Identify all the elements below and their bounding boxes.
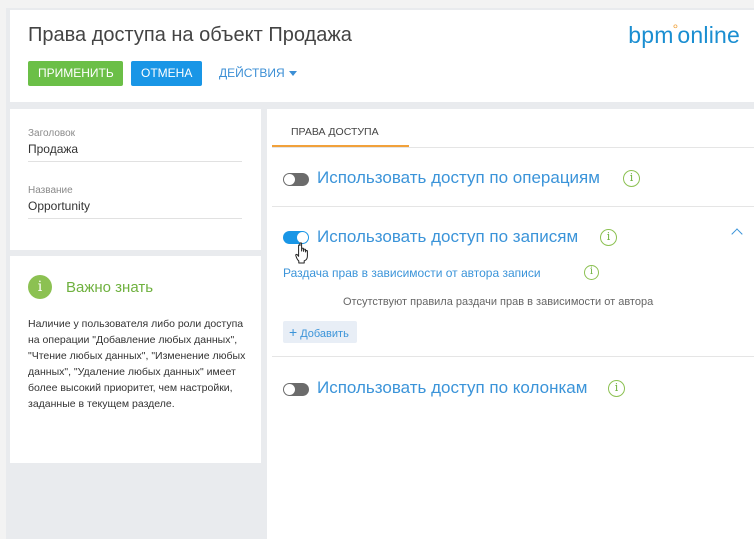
caption-value: Продажа — [28, 142, 79, 156]
operations-access-title: Использовать доступ по операциям — [317, 168, 600, 187]
operations-info-icon[interactable]: i — [623, 170, 640, 187]
actions-label: Действия — [219, 66, 285, 80]
info-title: Важно знать — [66, 279, 154, 296]
tab-divider — [272, 147, 754, 148]
caption-label: Заголовок — [28, 128, 76, 139]
logo-part-rest: online — [677, 22, 740, 48]
actions-button[interactable]: Действия — [211, 61, 305, 86]
object-fields-card: Заголовок Продажа Название Opportunity — [10, 109, 261, 250]
columns-info-icon[interactable]: i — [608, 380, 625, 397]
empty-rules-message: Отсутствуют правила раздачи прав в завис… — [343, 296, 654, 308]
section-divider — [272, 206, 754, 207]
apply-button[interactable]: Применить — [28, 61, 123, 86]
columns-access-title: Использовать доступ по колонкам — [317, 378, 588, 397]
name-label: Название — [28, 185, 73, 196]
hand-pointer-icon — [295, 242, 308, 264]
access-rights-panel: Права доступа Использовать доступ по опе… — [267, 109, 754, 539]
important-info-card: i Важно знать Наличие у пользователя либ… — [10, 256, 261, 463]
operations-access-toggle[interactable] — [283, 173, 309, 186]
name-value: Opportunity — [28, 199, 91, 213]
bpmonline-logo: bpm°online — [628, 21, 740, 49]
columns-access-toggle[interactable] — [283, 383, 309, 396]
tab-access-rights[interactable]: Права доступа — [272, 109, 409, 147]
chevron-down-icon — [288, 71, 297, 77]
info-text: Наличие у пользователя либо роли доступа… — [28, 318, 246, 410]
toggle-knob — [284, 384, 295, 395]
logo-dot-icon: ° — [672, 21, 679, 37]
add-rule-label: Добавить — [300, 328, 349, 340]
records-info-icon[interactable]: i — [600, 229, 617, 246]
cancel-button[interactable]: Отмена — [131, 61, 202, 86]
chevron-up-icon[interactable] — [731, 228, 743, 240]
logo-part-main: bpm — [628, 22, 674, 48]
name-field[interactable]: Название Opportunity — [28, 185, 242, 219]
add-rule-button[interactable]: + Добавить — [283, 321, 357, 343]
author-rights-title[interactable]: Раздача прав в зависимости от автора зап… — [283, 266, 541, 280]
info-icon: i — [28, 275, 52, 299]
page-title: Права доступа на объект Продажа — [28, 24, 352, 46]
page-header: Права доступа на объект Продажа bpm°onli… — [10, 10, 754, 102]
caption-field[interactable]: Заголовок Продажа — [28, 128, 242, 162]
author-rights-info-icon[interactable]: i — [584, 265, 599, 280]
section-divider — [272, 356, 754, 357]
toggle-knob — [284, 174, 295, 185]
plus-icon: + — [289, 324, 298, 340]
records-access-title: Использовать доступ по записям — [317, 227, 579, 246]
